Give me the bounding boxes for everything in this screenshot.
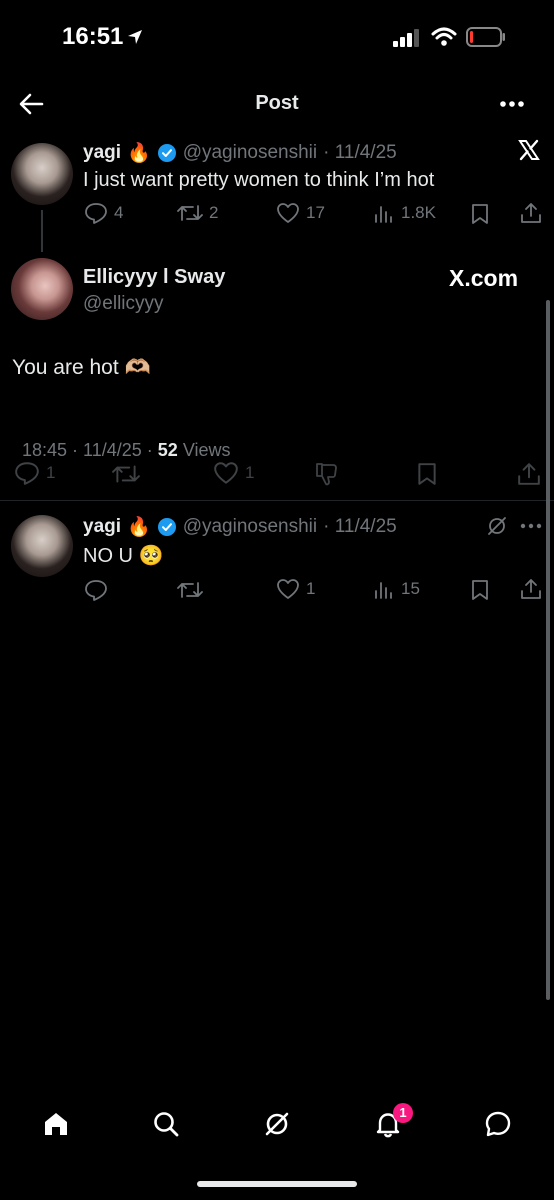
share-icon[interactable] <box>517 462 541 486</box>
views-count: 1.8K <box>401 203 436 222</box>
handle[interactable]: @yaginosenshii <box>183 142 317 164</box>
grok-icon[interactable] <box>263 1110 291 1138</box>
reply-count: 1 <box>46 463 56 482</box>
display-name[interactable]: Ellicyyy l Sway <box>83 266 225 289</box>
views-count: 52 <box>157 440 178 460</box>
like-count: 17 <box>306 203 325 222</box>
bookmark-icon[interactable] <box>416 462 438 486</box>
share-icon[interactable] <box>520 202 542 224</box>
like-count: 1 <box>245 463 255 482</box>
fire-emoji: 🔥 <box>127 143 151 164</box>
dislike-icon[interactable] <box>314 461 340 487</box>
tweet-date: · 11/4/25 <box>323 142 397 163</box>
avatar-yagi[interactable] <box>11 143 73 205</box>
heart-icon <box>277 203 299 223</box>
handle[interactable]: @yaginosenshii <box>183 516 317 538</box>
display-name[interactable]: yagi <box>83 142 121 164</box>
reply-icon <box>15 462 39 485</box>
battery-low-icon <box>466 27 505 47</box>
page-title: Post <box>255 92 299 114</box>
verified-badge-icon <box>157 518 176 536</box>
thread-line <box>41 210 43 252</box>
like-button[interactable]: 1 <box>213 461 254 485</box>
display-name[interactable]: yagi <box>83 516 121 538</box>
reply-button[interactable]: 1 <box>14 461 55 485</box>
reply-icon[interactable] <box>84 579 108 601</box>
grok-icon[interactable] <box>486 515 508 537</box>
views-button[interactable]: 15 <box>373 578 420 600</box>
x-logo-icon <box>518 139 540 161</box>
home-indicator <box>197 1181 357 1187</box>
scrollbar[interactable] <box>546 300 550 1000</box>
heart-icon <box>277 579 299 599</box>
heart-icon <box>214 462 238 484</box>
home-icon[interactable] <box>42 1110 70 1138</box>
repost-count: 2 <box>209 203 219 222</box>
verified-badge-icon <box>157 144 176 162</box>
repost-button[interactable]: 2 <box>177 202 218 224</box>
post-timestamp: 18:45 · 11/4/25 · <box>22 440 158 460</box>
messages-icon[interactable] <box>484 1110 512 1138</box>
search-icon[interactable] <box>152 1110 180 1138</box>
more-options-icon[interactable] <box>499 100 525 108</box>
reply-button[interactable]: 4 <box>84 202 123 224</box>
share-icon[interactable] <box>520 578 542 600</box>
handle[interactable]: @ellicyyy <box>83 293 164 315</box>
x-com-brand: X.com <box>449 265 519 291</box>
like-button[interactable]: 17 <box>276 202 325 224</box>
views-label: Views <box>177 440 231 460</box>
notification-badge: 1 <box>393 1103 413 1123</box>
views-button[interactable]: 1.8K <box>373 202 436 224</box>
avatar-yagi[interactable] <box>11 515 73 577</box>
analytics-icon <box>375 206 392 223</box>
bookmark-icon[interactable] <box>470 203 490 225</box>
bookmark-icon[interactable] <box>470 579 490 601</box>
tweet-header: yagi 🔥 @yaginosenshii · 11/4/25 <box>83 141 397 165</box>
more-options-icon[interactable] <box>520 523 542 529</box>
analytics-icon <box>375 582 392 599</box>
like-button[interactable]: 1 <box>276 578 315 600</box>
location-arrow-icon <box>128 30 142 44</box>
tweet-date: · 11/4/25 <box>323 516 397 537</box>
tweet-text: I just want pretty women to think I’m ho… <box>83 169 435 191</box>
repost-icon[interactable] <box>112 462 140 486</box>
avatar-ellicyyy[interactable] <box>11 258 73 320</box>
repost-icon <box>177 205 203 221</box>
post-text: You are hot 🫶🏼 <box>12 356 151 379</box>
views-count: 15 <box>401 579 420 598</box>
tweet-header: yagi 🔥 @yaginosenshii · 11/4/25 <box>83 515 397 539</box>
status-time: 16:51 <box>62 23 124 50</box>
fire-emoji: 🔥 <box>127 517 151 538</box>
status-bar: 16:51 <box>0 0 554 60</box>
post-meta: 18:45 · 11/4/25 · 52 Views <box>12 419 231 461</box>
cellular-signal-icon <box>393 29 419 47</box>
divider <box>0 500 554 501</box>
reply-count: 4 <box>114 203 124 222</box>
wifi-icon <box>431 27 457 46</box>
tweet-text: NO U 🥺 <box>83 545 164 567</box>
bottom-nav: 1 <box>0 1090 554 1160</box>
repost-icon[interactable] <box>177 579 203 601</box>
like-count: 1 <box>306 579 316 598</box>
reply-icon <box>85 203 107 224</box>
